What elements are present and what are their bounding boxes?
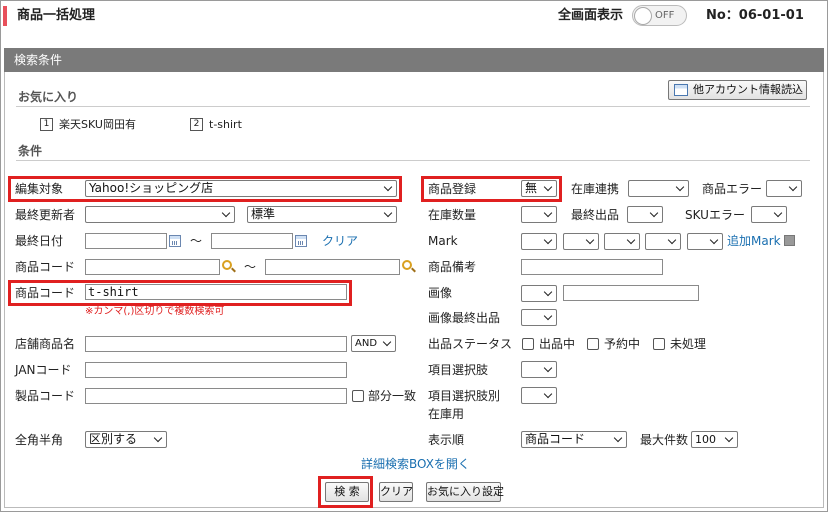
page-number: No：06-01-01 bbox=[706, 8, 804, 23]
highlight-search-button bbox=[318, 476, 373, 508]
stock-link-label: 在庫連携 bbox=[571, 182, 620, 196]
date-tilde: 〜 bbox=[190, 234, 203, 248]
favorite-number-badge: 2 bbox=[190, 118, 203, 131]
item-choice-select[interactable] bbox=[521, 361, 557, 378]
max-count-label: 最大件数 bbox=[640, 433, 689, 447]
maker-code-label: 製品コード bbox=[15, 389, 76, 403]
product-error-select[interactable] bbox=[766, 180, 802, 197]
product-code-from-input[interactable] bbox=[85, 259, 220, 275]
product-note-input[interactable] bbox=[521, 259, 663, 275]
mark-select-4[interactable] bbox=[645, 233, 681, 250]
mark-select-1[interactable] bbox=[521, 233, 557, 250]
conditions-heading: 条件 bbox=[18, 144, 43, 158]
date-from-input[interactable] bbox=[85, 233, 167, 249]
highlight-product-registration bbox=[421, 176, 562, 202]
width-label: 全角半角 bbox=[15, 433, 64, 447]
listing-status-label: 出品ステータス bbox=[428, 337, 513, 351]
sku-error-label: SKUエラー bbox=[685, 208, 745, 222]
partial-match-checkbox[interactable] bbox=[352, 390, 364, 402]
favorite-number-badge: 1 bbox=[40, 118, 53, 131]
stock-qty-select[interactable] bbox=[521, 206, 557, 223]
highlight-product-code bbox=[8, 280, 352, 306]
image-input[interactable] bbox=[563, 285, 699, 301]
product-error-label: 商品エラー bbox=[702, 182, 763, 196]
product-code-to-input[interactable] bbox=[265, 259, 400, 275]
mark-label: Mark bbox=[428, 234, 458, 248]
calendar-icon[interactable] bbox=[295, 235, 307, 247]
calendar-icon[interactable] bbox=[169, 235, 181, 247]
search-icon[interactable] bbox=[402, 260, 412, 270]
image-last-listing-label: 画像最終出品 bbox=[428, 311, 501, 325]
stock-link-select[interactable] bbox=[628, 180, 689, 197]
code-tilde: 〜 bbox=[244, 260, 257, 274]
clear-button[interactable]: クリア bbox=[379, 482, 413, 502]
status-listed-label: 出品中 bbox=[539, 337, 576, 351]
display-order-select[interactable]: 商品コード bbox=[521, 431, 627, 448]
last-date-label: 最終日付 bbox=[15, 234, 64, 248]
item-choice-label: 項目選択肢 bbox=[428, 363, 489, 377]
search-icon[interactable] bbox=[222, 260, 232, 270]
date-clear-link[interactable]: クリア bbox=[322, 233, 358, 249]
product-code-label: 商品コード bbox=[15, 260, 76, 274]
image-label: 画像 bbox=[428, 286, 453, 300]
favorite-settings-button[interactable]: お気に入り設定 bbox=[426, 482, 504, 502]
stock-qty-label: 在庫数量 bbox=[428, 208, 477, 222]
search-panel-header: 検索条件 bbox=[4, 48, 824, 72]
last-listing-label: 最終出品 bbox=[571, 208, 620, 222]
status-listed-checkbox[interactable] bbox=[522, 338, 534, 350]
comma-hint: ※カンマ(,)区切りで複数検索可 bbox=[85, 306, 225, 317]
item-choice-stock-label-2: 在庫用 bbox=[428, 407, 465, 421]
sku-error-select[interactable] bbox=[751, 206, 787, 223]
mark-select-3[interactable] bbox=[604, 233, 640, 250]
jan-code-input[interactable] bbox=[85, 362, 347, 378]
partial-match-label: 部分一致 bbox=[368, 389, 417, 403]
conditions-divider bbox=[16, 160, 810, 161]
favorite-item[interactable]: 2 t-shirt bbox=[190, 118, 270, 134]
title-accent-bar bbox=[3, 6, 7, 26]
mark-select-2[interactable] bbox=[563, 233, 599, 250]
shop-product-name-label: 店舗商品名 bbox=[15, 337, 76, 351]
status-reserved-label: 予約中 bbox=[604, 337, 641, 351]
other-account-button[interactable]: 他アカウント情報読込 bbox=[668, 80, 807, 100]
status-unprocessed-label: 未処理 bbox=[670, 337, 707, 351]
last-updater-label: 最終更新者 bbox=[15, 208, 76, 222]
favorite-item[interactable]: 1 楽天SKU岡田有 bbox=[40, 118, 170, 134]
toggle-state: OFF bbox=[655, 10, 675, 21]
fullscreen-label: 全画面表示 bbox=[558, 8, 624, 23]
favorite-label: t-shirt bbox=[209, 118, 242, 131]
favorites-heading: お気に入り bbox=[18, 90, 79, 104]
status-reserved-checkbox[interactable] bbox=[587, 338, 599, 350]
page-title: 商品一括処理 bbox=[17, 8, 96, 23]
add-mark-link[interactable]: 追加Mark bbox=[727, 233, 781, 249]
shop-product-name-input[interactable] bbox=[85, 336, 347, 352]
last-updater-select[interactable] bbox=[85, 206, 235, 223]
jan-code-label: JANコード bbox=[15, 363, 72, 377]
image-select[interactable] bbox=[521, 285, 557, 302]
last-listing-select[interactable] bbox=[627, 206, 663, 223]
product-note-label: 商品備考 bbox=[428, 260, 477, 274]
item-choice-stock-label: 項目選択肢別 bbox=[428, 389, 501, 403]
max-count-select[interactable]: 100 bbox=[691, 431, 738, 448]
item-choice-stock-select[interactable] bbox=[521, 387, 557, 404]
mark-select-5[interactable] bbox=[687, 233, 723, 250]
date-to-input[interactable] bbox=[211, 233, 293, 249]
favorites-divider bbox=[16, 106, 810, 107]
detail-search-box-link[interactable]: 詳細検索BOXを開く bbox=[361, 456, 470, 472]
status-unprocessed-checkbox[interactable] bbox=[653, 338, 665, 350]
display-order-label: 表示順 bbox=[428, 433, 465, 447]
favorite-label: 楽天SKU岡田有 bbox=[59, 118, 136, 131]
image-last-listing-select[interactable] bbox=[521, 309, 557, 326]
last-updater-mode-select[interactable]: 標準 bbox=[247, 206, 397, 223]
width-distinction-select[interactable]: 区別する bbox=[85, 431, 167, 448]
highlight-edit-target bbox=[8, 176, 402, 202]
fullscreen-toggle[interactable]: OFF bbox=[632, 5, 687, 26]
shop-name-operator-select[interactable]: AND bbox=[351, 335, 396, 352]
search-panel-title: 検索条件 bbox=[14, 53, 63, 67]
add-mark-expand-icon[interactable] bbox=[784, 235, 795, 246]
toggle-knob bbox=[634, 7, 652, 25]
maker-code-input[interactable] bbox=[85, 388, 347, 404]
account-info-icon bbox=[674, 84, 688, 96]
